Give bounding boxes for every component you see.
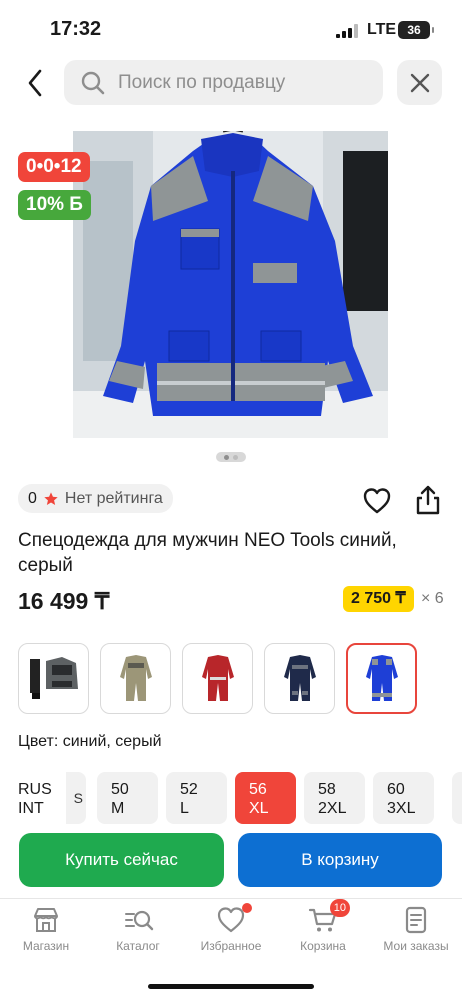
size-scale-label[interactable]: RUS INT — [18, 780, 52, 818]
size-int: 2XL — [318, 800, 347, 817]
nav-item-favorites[interactable]: Избранное — [185, 903, 277, 965]
search-placeholder: Поиск по продавцу — [118, 71, 286, 93]
status-bar: 17:32 LTE 36 — [0, 0, 462, 56]
variant-beige-thumb — [119, 654, 152, 701]
size-selector: RUS INT S 50 M 52 L 56 XL 58 2XL 60 3XL — [0, 772, 462, 824]
variant-grey-black[interactable] — [18, 643, 89, 714]
size-int: 3XL — [387, 800, 416, 817]
signal-icon — [336, 24, 360, 38]
rating-count: 0 — [28, 489, 37, 507]
favorite-button[interactable] — [362, 486, 392, 516]
nav-item-cart[interactable]: 10 Корзина — [277, 899, 369, 965]
photo-pager[interactable] — [216, 452, 246, 462]
product-price: 16 499 ₸ — [18, 588, 110, 614]
size-rus: 58 — [318, 781, 336, 798]
rating-chip[interactable]: 0 Нет рейтинга — [18, 484, 173, 513]
cart-count-badge: 10 — [329, 899, 350, 917]
size-rus: 56 — [249, 781, 267, 798]
size-int: XL — [249, 800, 269, 817]
size-option-50[interactable]: 50 M — [97, 772, 158, 824]
bottom-nav: Магазин Каталог Избранное 10 Корзина Мои… — [0, 898, 462, 968]
nav-label: Каталог — [116, 939, 160, 953]
jacket-image — [73, 131, 388, 438]
variant-list — [18, 643, 417, 714]
size-int: L — [180, 800, 189, 817]
size-rus: 52 — [180, 781, 198, 798]
add-to-cart-button[interactable]: В корзину — [238, 833, 442, 887]
buy-now-button[interactable]: Купить сейчас — [19, 833, 224, 887]
variant-blue-grey[interactable] — [346, 643, 417, 714]
status-time: 17:32 — [50, 18, 102, 40]
variant-navy-thumb — [283, 654, 316, 701]
heart-icon — [216, 903, 252, 935]
pager-dot-active — [224, 454, 229, 460]
product-title: Спецодежда для мужчин NEO Tools синий, с… — [18, 530, 397, 576]
close-button[interactable] — [397, 60, 442, 105]
battery-level: 36 — [407, 23, 421, 37]
color-label: Цвет: синий, серый — [18, 733, 162, 750]
size-rus: 50 — [111, 781, 129, 798]
notification-dot — [242, 903, 252, 913]
size-rus: 60 — [387, 781, 405, 798]
share-icon — [416, 485, 440, 515]
nav-label: Магазин — [22, 939, 70, 953]
home-indicator[interactable] — [148, 984, 314, 989]
size-option-60[interactable]: 60 3XL — [373, 772, 434, 824]
size-option-52[interactable]: 52 L — [166, 772, 227, 824]
seller-search-input[interactable]: Поиск по продавцу — [64, 60, 383, 105]
size-option-partial[interactable]: S — [66, 772, 86, 824]
size-scale-rus: RUS — [18, 781, 52, 798]
nav-label: Избранное — [200, 939, 262, 953]
size-int: M — [111, 800, 125, 817]
size-scale-int: INT — [18, 800, 44, 817]
catalog-search-icon — [123, 905, 154, 935]
cart-icon: 10 — [308, 899, 350, 935]
variant-red-thumb — [201, 654, 234, 701]
variant-blue-grey-thumb — [365, 654, 398, 701]
variant-red[interactable] — [182, 643, 253, 714]
orders-icon — [401, 905, 431, 935]
nav-item-store[interactable]: Магазин — [0, 905, 92, 965]
nav-label: Корзина — [300, 939, 346, 953]
variant-navy[interactable] — [264, 643, 335, 714]
back-button[interactable] — [18, 63, 52, 103]
close-icon — [410, 73, 429, 92]
store-icon — [31, 905, 61, 935]
heart-icon — [363, 488, 391, 514]
share-button[interactable] — [413, 484, 443, 516]
installment-months: × 6 — [421, 590, 444, 607]
search-icon — [81, 71, 105, 94]
network-type: LTE — [367, 21, 397, 38]
product-photo[interactable] — [73, 131, 388, 438]
pager-dot — [233, 454, 238, 460]
nav-item-orders[interactable]: Мои заказы — [370, 905, 462, 965]
variant-grey-black-thumb — [29, 656, 78, 699]
size-option-56[interactable]: 56 XL — [235, 772, 296, 824]
nav-label: Мои заказы — [383, 939, 449, 953]
size-option-58[interactable]: 58 2XL — [304, 772, 365, 824]
timer-badge: 0•0•12 — [18, 152, 90, 182]
battery-icon: 36 — [398, 21, 434, 39]
installment-price[interactable]: 2 750 ₸ — [343, 586, 414, 612]
rating-label: Нет рейтинга — [64, 489, 163, 507]
chevron-left-icon — [28, 69, 42, 97]
variant-beige[interactable] — [100, 643, 171, 714]
star-icon — [44, 491, 58, 505]
size-option-next[interactable] — [452, 772, 462, 824]
nav-item-catalog[interactable]: Каталог — [92, 905, 184, 965]
discount-badge: 10% Б — [18, 190, 91, 220]
